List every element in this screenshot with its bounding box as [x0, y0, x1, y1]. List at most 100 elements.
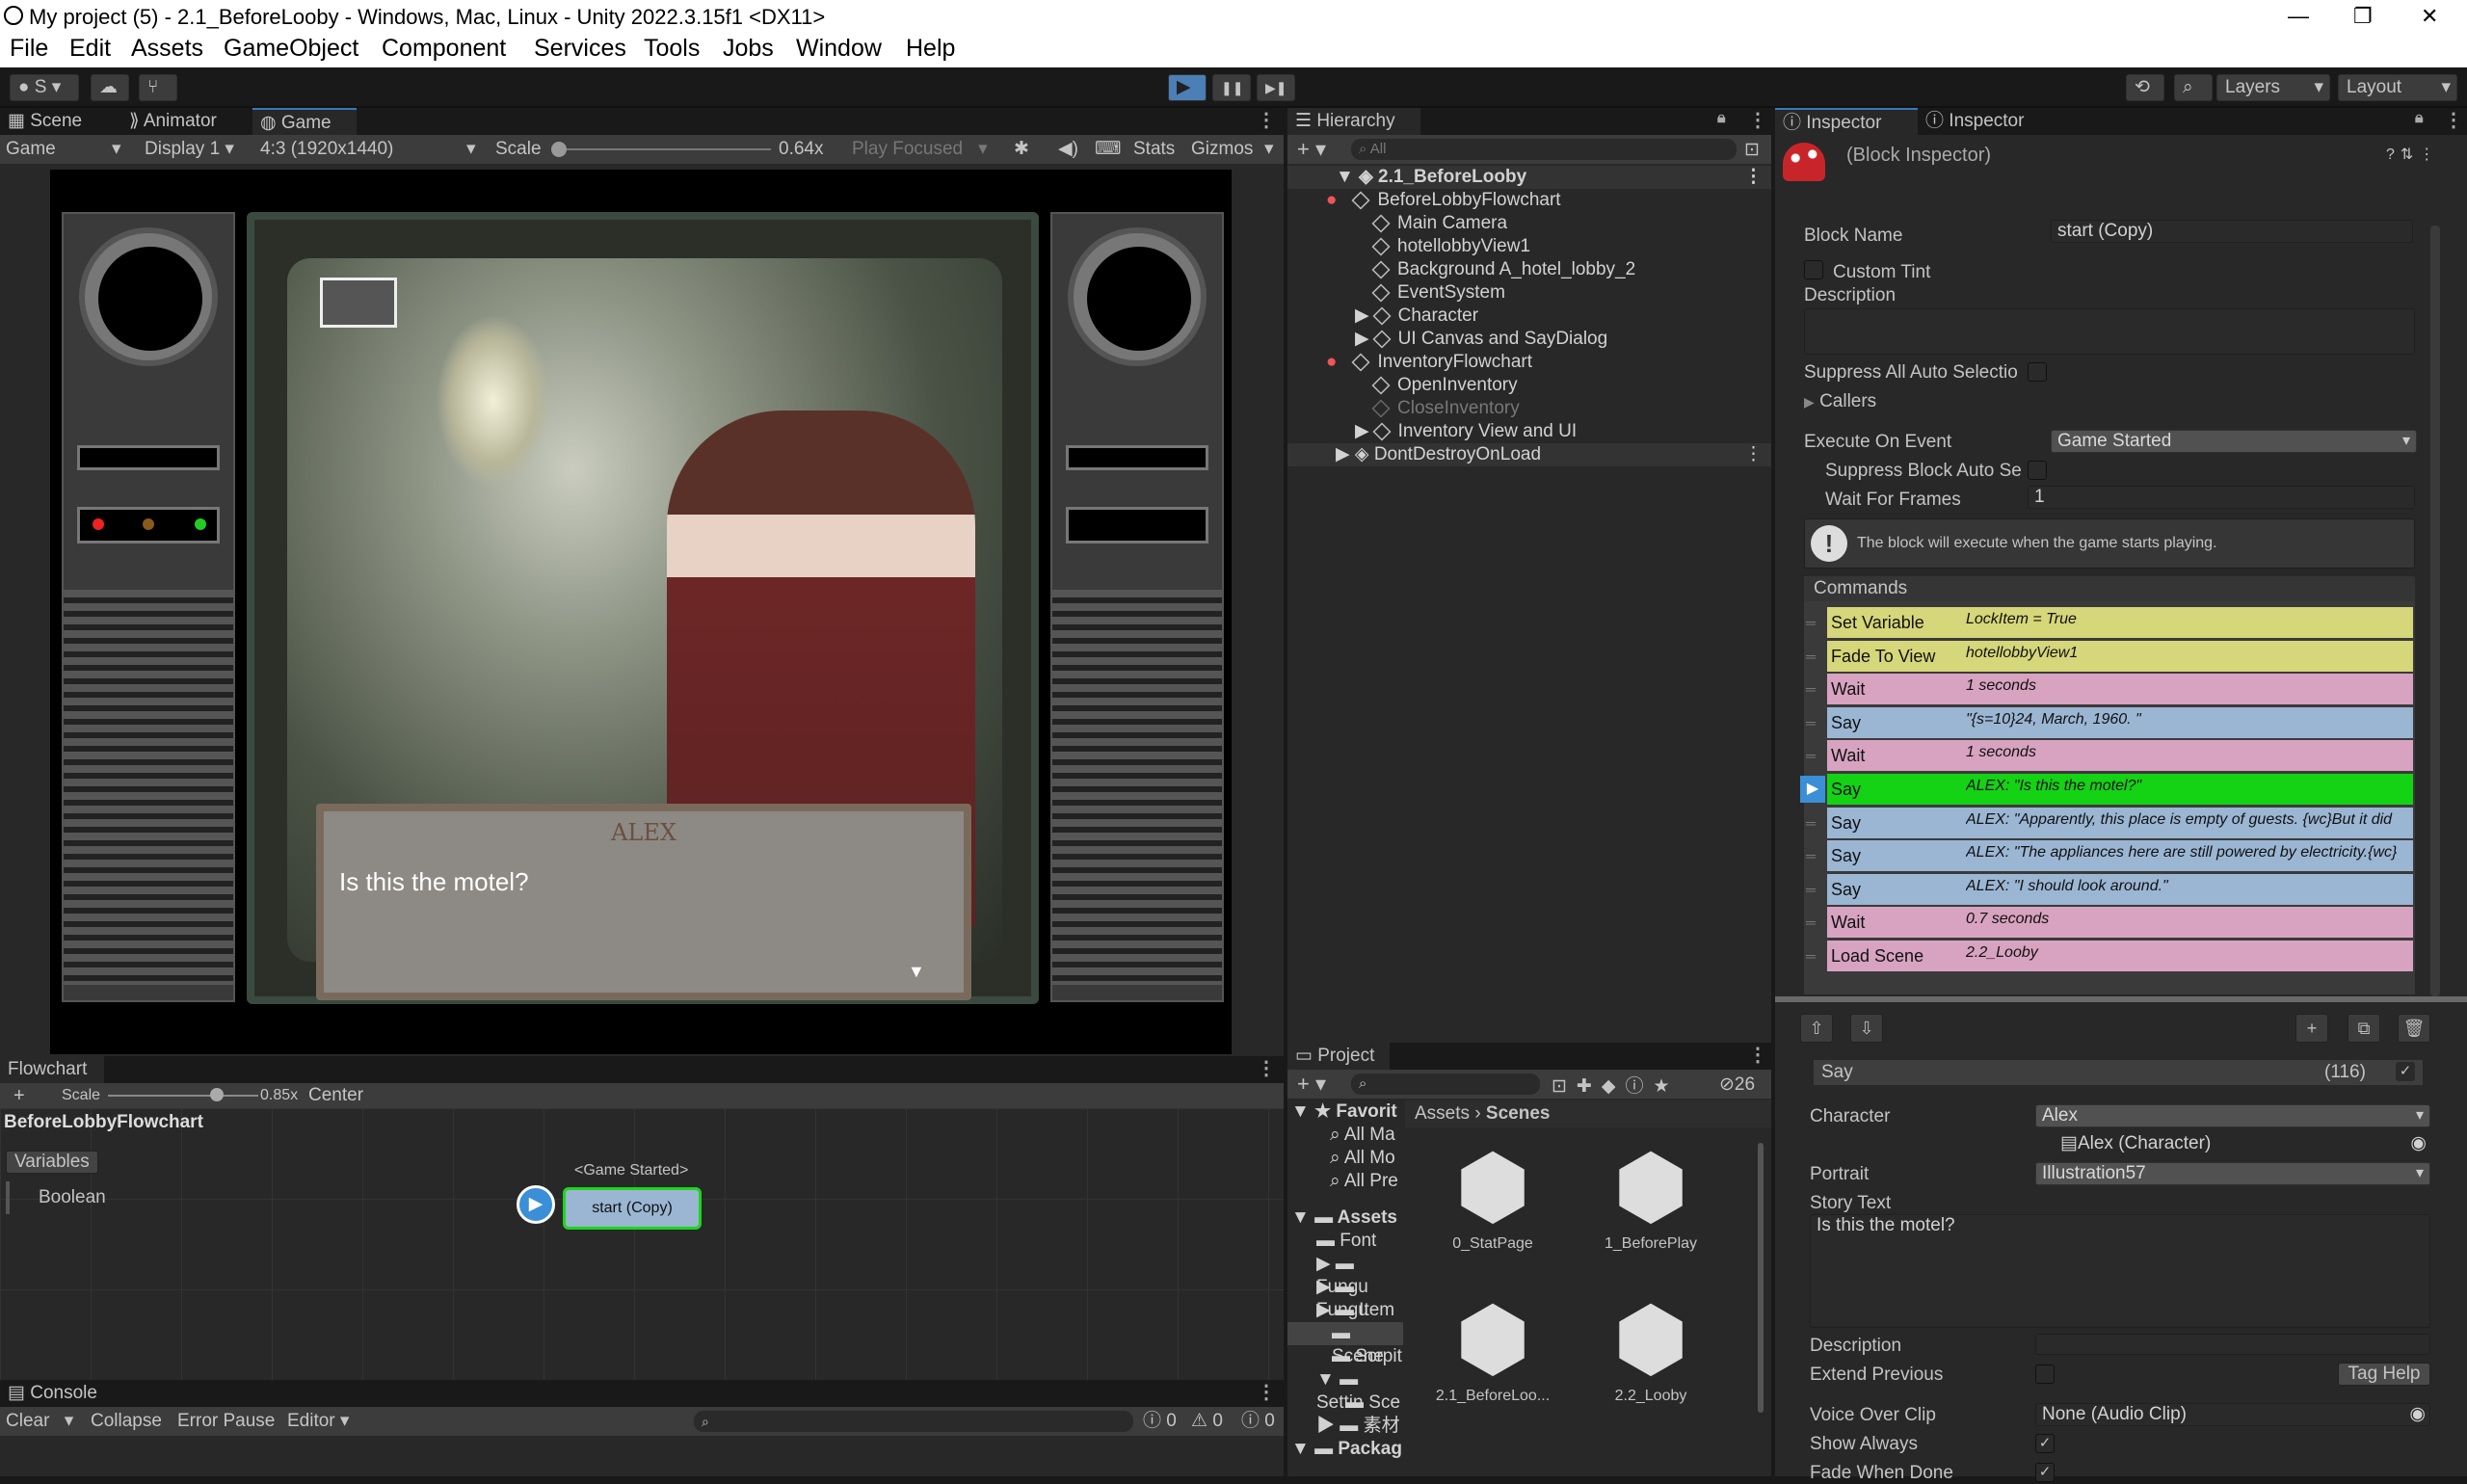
menu-file[interactable]: File	[10, 35, 48, 63]
drag-handle-icon[interactable]: ═	[1806, 715, 1816, 730]
story-text-area[interactable]: Is this the motel?	[1810, 1214, 2430, 1328]
pause-button[interactable]: ❚❚	[1212, 74, 1251, 101]
drag-handle-icon[interactable]: ═	[1806, 681, 1816, 697]
tree-item[interactable]: ▶ ▬ Fungu	[1316, 1253, 1403, 1297]
variable-row[interactable]: Boolean	[6, 1181, 121, 1214]
hierarchy-item[interactable]: EventSystem	[1371, 281, 1505, 305]
menu-tools[interactable]: Tools	[644, 35, 700, 63]
inspector-scrollbar[interactable]	[2430, 225, 2440, 996]
expand-arrow-icon[interactable]: ▶	[1355, 329, 1369, 349]
command-row[interactable]: Wait 1 seconds ═	[1806, 740, 2413, 772]
menu-edit[interactable]: Edit	[69, 35, 111, 63]
command-row[interactable]: Say ALEX: "Apparently, this place is empt…	[1806, 807, 2413, 838]
tree-item[interactable]: ▶ ▬ Fungu	[1316, 1276, 1403, 1320]
cloud-button[interactable]: ☁	[91, 74, 129, 101]
command-row[interactable]: Wait 1 seconds ═	[1806, 674, 2413, 705]
menu-services[interactable]: Services	[534, 35, 626, 63]
block-name-input[interactable]: start (Copy)	[2051, 220, 2413, 243]
tag-help-button[interactable]: Tag Help	[2338, 1363, 2430, 1386]
display-dropdown[interactable]: Display 1 ▾	[145, 135, 234, 164]
tab-hierarchy[interactable]: ☰ Hierarchy	[1287, 108, 1420, 135]
suppress-all-checkbox[interactable]	[2028, 362, 2047, 382]
move-down-button[interactable]: ⇩	[1850, 1014, 1883, 1043]
minimize-button[interactable]: —	[2288, 4, 2309, 29]
menu-assets[interactable]: Assets	[131, 35, 203, 63]
breadcrumb-assets[interactable]: Assets	[1415, 1103, 1470, 1124]
scale-slider-handle[interactable]	[551, 142, 567, 157]
tree-item[interactable]: ▼ ▬ Assets	[1291, 1206, 1397, 1230]
tree-item[interactable]: ▼ ★ Favorit	[1291, 1100, 1397, 1124]
project-filter-icons[interactable]: ⊡✚◆ⓘ★	[1552, 1072, 1680, 1098]
command-row[interactable]: Say "{s=10}24, March, 1960. " ═	[1806, 706, 2413, 738]
play-button[interactable]: ▶	[1168, 74, 1207, 101]
tab-animator[interactable]: ⟫ Animator	[121, 108, 256, 135]
console-more-icon[interactable]: ⋮	[1257, 1380, 1276, 1404]
drag-handle-icon[interactable]: ═	[1806, 649, 1816, 664]
scene-file[interactable]: ⬢ 2.2_Looby	[1578, 1291, 1723, 1405]
drag-handle-icon[interactable]: ═	[1806, 615, 1816, 630]
tree-item[interactable]: ▬ Sce	[1345, 1391, 1400, 1415]
project-more-icon[interactable]: ⋮	[1748, 1043, 1767, 1067]
info-count[interactable]: ⓘ 0	[1143, 1407, 1177, 1436]
tab-flowchart[interactable]: Flowchart	[0, 1056, 104, 1083]
error-pause-button[interactable]: Error Pause	[177, 1407, 275, 1436]
hierarchy-item[interactable]: OpenInventory	[1371, 374, 1518, 397]
game-more-icon[interactable]: ⋮	[1257, 108, 1276, 132]
layers-dropdown[interactable]: Layers ▾	[2216, 74, 2330, 101]
play-block-icon[interactable]: ▶	[517, 1185, 555, 1224]
tab-console[interactable]: ▤ Console	[0, 1380, 116, 1407]
close-button[interactable]: ✕	[2421, 4, 2438, 29]
scene-file[interactable]: ⬢ 1_BeforePlay	[1578, 1139, 1723, 1253]
hierarchy-more-icon[interactable]: ⋮	[1748, 108, 1767, 132]
hierarchy-item[interactable]: ▶ Character	[1355, 305, 1478, 328]
show-always-checkbox[interactable]: ✓	[2035, 1434, 2055, 1453]
stats-button[interactable]: Stats	[1133, 135, 1175, 164]
tree-item[interactable]: ▬ Font	[1316, 1230, 1376, 1253]
maximize-button[interactable]: ❐	[2353, 4, 2373, 29]
scene-file[interactable]: ⬢ 0_StatPage	[1420, 1139, 1565, 1253]
search-button[interactable]: ⌕	[2174, 74, 2213, 101]
hierarchy-filter-icon[interactable]: ⊡	[1744, 139, 1760, 161]
say-dialog[interactable]: ALEX Is this the motel? ▼	[316, 804, 971, 1000]
add-command-button[interactable]: +	[2295, 1014, 2328, 1043]
drag-handle-icon[interactable]: ═	[1806, 815, 1816, 831]
tree-item[interactable]: ⌕ All Ma	[1330, 1124, 1395, 1147]
hierarchy-item[interactable]: ● BeforeLobbyFlowchart	[1326, 189, 1561, 212]
character-dropdown[interactable]: Alex	[2035, 1104, 2430, 1127]
command-row[interactable]: Say ALEX: "I should look around." ═	[1806, 873, 2413, 905]
fade-when-done-checkbox[interactable]: ✓	[2035, 1463, 2055, 1482]
flowchart-scale-handle[interactable]	[210, 1088, 224, 1101]
tree-item[interactable]: ▶ ▬ Item	[1316, 1299, 1394, 1322]
hierarchy-item[interactable]: Main Camera	[1371, 212, 1507, 235]
game-mode-dropdown[interactable]: Game	[6, 135, 56, 164]
account-button[interactable]: ● S ▾	[10, 74, 79, 101]
hierarchy-item[interactable]: ● InventoryFlowchart	[1326, 351, 1532, 374]
play-focused-dropdown[interactable]: Play Focused ▾	[852, 135, 988, 164]
project-scrollbar[interactable]	[1758, 1143, 1764, 1413]
history-button[interactable]: ⟲	[2126, 74, 2164, 101]
project-search-input[interactable]: ⌕	[1351, 1073, 1540, 1095]
say-description-input[interactable]	[2035, 1334, 2430, 1355]
expand-arrow-icon[interactable]: ▶	[1355, 421, 1369, 441]
scale-slider[interactable]	[557, 148, 771, 150]
collab-button[interactable]: ⑂	[139, 74, 177, 101]
flowchart-more-icon[interactable]: ⋮	[1257, 1056, 1276, 1080]
drag-handle-icon[interactable]: ═	[1806, 748, 1816, 763]
scene-file[interactable]: ⬢ 2.1_BeforeLoo...	[1420, 1291, 1565, 1405]
center-button[interactable]: Center	[308, 1083, 363, 1108]
flowchart-grid[interactable]: BeforeLobbyFlowchart Variables Boolean <…	[0, 1108, 1284, 1380]
aspect-dropdown[interactable]: 4:3 (1920x1440) ▾	[260, 135, 480, 164]
move-up-button[interactable]: ⇧	[1800, 1014, 1833, 1043]
hierarchy-scene-row[interactable]: ▼ ◈ 2.1_BeforeLooby ⋮	[1287, 166, 1771, 189]
hierarchy-item[interactable]: ▶ UI Canvas and SayDialog	[1355, 328, 1607, 351]
step-button[interactable]: ▶❚	[1257, 74, 1295, 101]
hierarchy-search-input[interactable]: ⌕ All	[1351, 139, 1737, 160]
tree-item-selected[interactable]: ▬ Scene	[1287, 1322, 1403, 1366]
expand-arrow-icon[interactable]: ▶	[1355, 305, 1369, 326]
character-object-field[interactable]: ▤Alex (Character) ◉	[2055, 1133, 2430, 1156]
voice-over-field[interactable]: None (Audio Clip) ◉	[2035, 1403, 2430, 1426]
tree-item[interactable]: ▬ Scrpit	[1332, 1345, 1402, 1368]
object-picker-icon[interactable]: ◉	[2409, 1404, 2426, 1425]
drag-handle-icon[interactable]: ═	[1806, 882, 1816, 897]
inspector-header-icons[interactable]: ?⇅⋮	[2386, 145, 2440, 164]
